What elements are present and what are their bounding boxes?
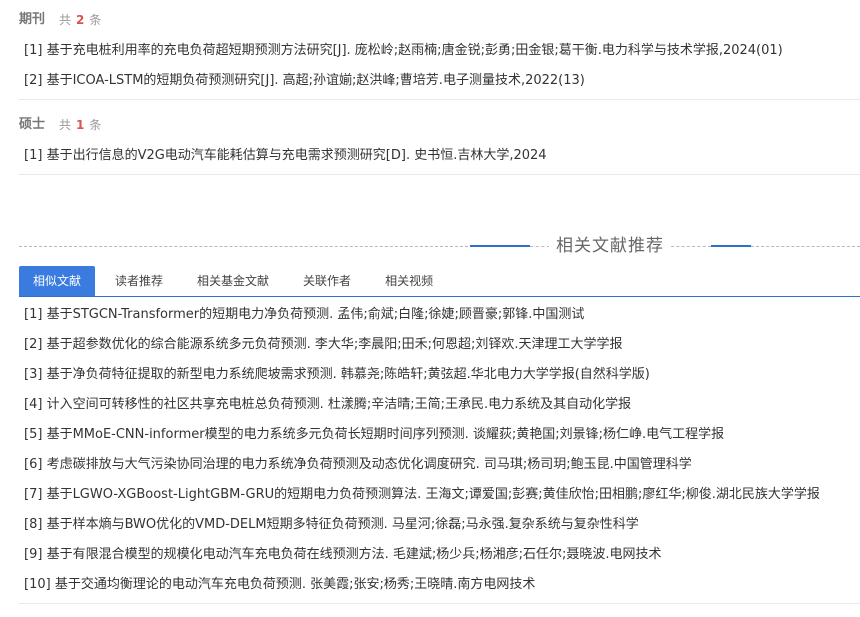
recommend-item[interactable]: [3] 基于净负荷特征提取的新型电力系统爬坡需求预测. 韩慕尧;陈皓轩;黄弦超.… <box>24 365 650 385</box>
recommend-header: 相关文献推荐 <box>19 232 860 260</box>
dashed-divider-mid-right <box>671 246 711 247</box>
divider <box>19 603 860 604</box>
recommend-item[interactable]: [10] 基于交通均衡理论的电动汽车充电负荷预测. 张美霞;张安;杨秀;王晓晴.… <box>24 575 535 595</box>
item-link[interactable]: 基于净负荷特征提取的新型电力系统爬坡需求预测. 韩慕尧;陈皓轩;黄弦超.华北电力… <box>47 367 650 382</box>
item-link[interactable]: 基于LGWO-XGBoost-LightGBM-GRU的短期电力负荷预测算法. … <box>47 487 820 502</box>
item-link[interactable]: 基于ICOA-LSTM的短期负荷预测研究[J]. 高超;孙谊媊;赵洪峰;曹培芳.… <box>47 73 585 88</box>
master-count-prefix: 共 <box>59 118 72 132</box>
item-index: [1] <box>24 148 43 163</box>
tab-related-fund-literature[interactable]: 相关基金文献 <box>183 266 283 296</box>
master-count-suffix: 条 <box>89 118 102 132</box>
item-index: [7] <box>24 487 43 502</box>
item-link[interactable]: 基于超参数优化的综合能源系统多元负荷预测. 李大华;李晨阳;田禾;何恩超;刘铎欢… <box>47 337 623 352</box>
accent-line-left <box>470 245 530 247</box>
item-index: [4] <box>24 397 43 412</box>
accent-line-right <box>711 245 751 247</box>
journal-count: 2 <box>76 13 85 27</box>
master-count: 1 <box>76 118 85 132</box>
divider <box>19 174 860 175</box>
journal-count-prefix: 共 <box>59 13 72 27</box>
recommend-item[interactable]: [7] 基于LGWO-XGBoost-LightGBM-GRU的短期电力负荷预测… <box>24 485 860 505</box>
item-link[interactable]: 基于有限混合模型的规模化电动汽车充电负荷在线预测方法. 毛建斌;杨少兵;杨湘彦;… <box>47 547 662 562</box>
master-item[interactable]: [1] 基于出行信息的V2G电动汽车能耗估算与充电需求预测研究[D]. 史书恒.… <box>24 146 547 166</box>
recommend-item[interactable]: [9] 基于有限混合模型的规模化电动汽车充电负荷在线预测方法. 毛建斌;杨少兵;… <box>24 545 661 565</box>
journal-item[interactable]: [1] 基于充电桩利用率的充电负荷超短期预测方法研究[J]. 庞松岭;赵雨楠;唐… <box>24 41 783 61</box>
journal-section-title: 期刊 <box>19 12 46 27</box>
item-link[interactable]: 基于样本熵与BWO优化的VMD-DELM短期多特征负荷预测. 马星河;徐磊;马永… <box>47 517 639 532</box>
tab-related-videos[interactable]: 相关视频 <box>371 266 447 296</box>
dashed-divider-mid-left <box>530 246 550 247</box>
recommend-tabs: 相似文献 读者推荐 相关基金文献 关联作者 相关视频 <box>19 266 860 297</box>
journal-item[interactable]: [2] 基于ICOA-LSTM的短期负荷预测研究[J]. 高超;孙谊媊;赵洪峰;… <box>24 71 585 91</box>
recommend-item[interactable]: [8] 基于样本熵与BWO优化的VMD-DELM短期多特征负荷预测. 马星河;徐… <box>24 515 639 535</box>
journal-section-header: 期刊 共 2 条 <box>19 10 101 30</box>
tab-reader-recommend[interactable]: 读者推荐 <box>101 266 177 296</box>
dashed-divider-right <box>751 246 860 247</box>
page: 期刊 共 2 条 [1] 基于充电桩利用率的充电负荷超短期预测方法研究[J]. … <box>0 0 860 617</box>
item-index: [1] <box>24 307 43 322</box>
item-link[interactable]: 考虑碳排放与大气污染协同治理的电力系统净负荷预测及动态优化调度研究. 司马琪;杨… <box>47 457 692 472</box>
item-index: [10] <box>24 577 51 592</box>
dashed-divider-left <box>19 246 468 247</box>
tab-related-authors[interactable]: 关联作者 <box>289 266 365 296</box>
recommend-item[interactable]: [6] 考虑碳排放与大气污染协同治理的电力系统净负荷预测及动态优化调度研究. 司… <box>24 455 692 475</box>
item-link[interactable]: 基于充电桩利用率的充电负荷超短期预测方法研究[J]. 庞松岭;赵雨楠;唐金锐;彭… <box>47 43 783 58</box>
item-link[interactable]: 基于MMoE-CNN-informer模型的电力系统多元负荷长短期时间序列预测.… <box>47 427 725 442</box>
item-link[interactable]: 基于STGCN-Transformer的短期电力净负荷预测. 孟伟;俞斌;白隆;… <box>47 307 585 322</box>
item-index: [2] <box>24 337 43 352</box>
recommend-item[interactable]: [5] 基于MMoE-CNN-informer模型的电力系统多元负荷长短期时间序… <box>24 425 724 445</box>
item-index: [8] <box>24 517 43 532</box>
item-link[interactable]: 计入空间可转移性的社区共享充电桩总负荷预测. 杜漾腾;辛洁晴;王简;王承民.电力… <box>47 397 632 412</box>
tab-similar-literature[interactable]: 相似文献 <box>19 266 96 296</box>
item-index: [2] <box>24 73 43 88</box>
master-section-title: 硕士 <box>19 117 46 132</box>
recommend-title: 相关文献推荐 <box>549 232 671 260</box>
item-link[interactable]: 基于出行信息的V2G电动汽车能耗估算与充电需求预测研究[D]. 史书恒.吉林大学… <box>47 148 547 163</box>
divider <box>19 99 860 100</box>
master-section-header: 硕士 共 1 条 <box>19 115 101 135</box>
recommend-item[interactable]: [2] 基于超参数优化的综合能源系统多元负荷预测. 李大华;李晨阳;田禾;何恩超… <box>24 335 622 355</box>
journal-count-suffix: 条 <box>89 13 102 27</box>
item-index: [1] <box>24 43 43 58</box>
item-link[interactable]: 基于交通均衡理论的电动汽车充电负荷预测. 张美霞;张安;杨秀;王晓晴.南方电网技… <box>55 577 536 592</box>
recommend-item[interactable]: [1] 基于STGCN-Transformer的短期电力净负荷预测. 孟伟;俞斌… <box>24 305 584 325</box>
item-index: [5] <box>24 427 43 442</box>
item-index: [3] <box>24 367 43 382</box>
item-index: [9] <box>24 547 43 562</box>
recommend-item[interactable]: [4] 计入空间可转移性的社区共享充电桩总负荷预测. 杜漾腾;辛洁晴;王简;王承… <box>24 395 631 415</box>
item-index: [6] <box>24 457 43 472</box>
